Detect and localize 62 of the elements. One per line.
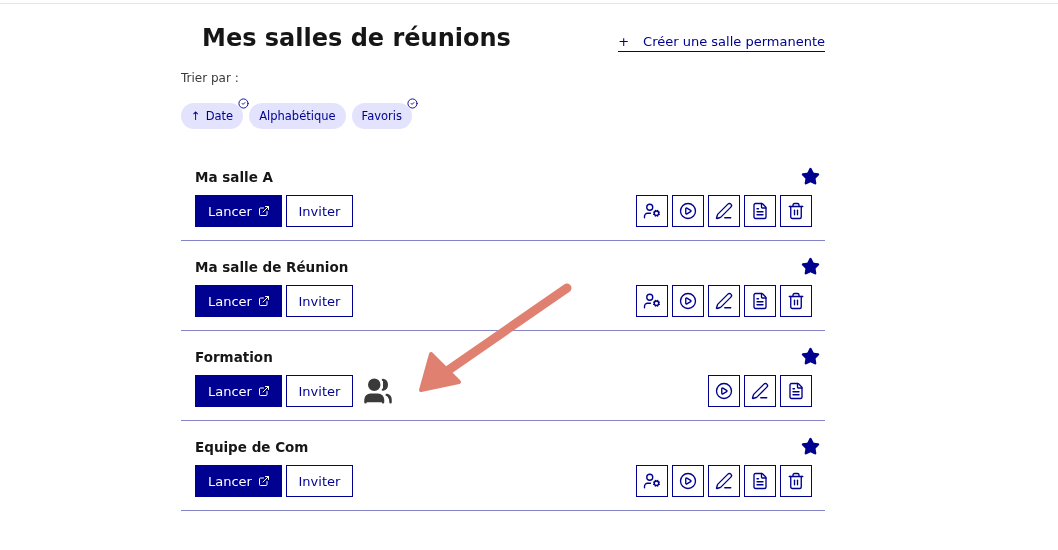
play-button[interactable]	[672, 465, 704, 497]
external-link-icon	[257, 205, 270, 217]
user-gear-icon	[643, 472, 661, 490]
launch-button[interactable]: Lancer	[195, 465, 282, 497]
play-button[interactable]	[672, 285, 704, 317]
create-room-link[interactable]: + Créer une salle permanente	[618, 34, 825, 52]
invite-button[interactable]: Inviter	[285, 465, 353, 497]
page-title: Mes salles de réunions	[202, 24, 511, 52]
user-gear-icon	[643, 292, 661, 310]
launch-button[interactable]: Lancer	[195, 285, 282, 317]
trash-icon	[787, 472, 805, 490]
play-icon	[679, 472, 697, 490]
invite-button[interactable]: Inviter	[285, 375, 353, 407]
pencil-button[interactable]	[708, 195, 740, 227]
room-name: Equipe de Com	[195, 438, 309, 455]
pencil-button[interactable]	[708, 285, 740, 317]
star-icon[interactable]	[801, 347, 820, 366]
invite-button[interactable]: Inviter	[285, 195, 353, 227]
external-link-icon	[257, 385, 270, 397]
trash-icon	[787, 292, 805, 310]
sort-label: Trier par :	[181, 71, 240, 85]
play-button[interactable]	[708, 375, 740, 407]
trash-button[interactable]	[780, 195, 812, 227]
play-icon	[679, 202, 697, 220]
star-icon[interactable]	[801, 437, 820, 456]
document-button[interactable]	[780, 375, 812, 407]
pencil-button[interactable]	[744, 375, 776, 407]
sort-chip[interactable]: ↑ Date	[181, 103, 244, 129]
launch-button[interactable]: Lancer	[195, 195, 282, 227]
room-name: Formation	[195, 348, 273, 365]
play-button[interactable]	[672, 195, 704, 227]
pencil-icon	[751, 382, 769, 400]
user-gear-button[interactable]	[636, 465, 668, 497]
trash-button[interactable]	[780, 465, 812, 497]
document-button[interactable]	[744, 195, 776, 227]
user-gear-icon	[643, 202, 661, 220]
pencil-icon	[715, 202, 733, 220]
pencil-icon	[715, 292, 733, 310]
star-icon[interactable]	[801, 257, 820, 276]
document-icon	[751, 472, 769, 490]
external-link-icon	[257, 475, 270, 487]
trash-icon	[787, 202, 805, 220]
launch-button[interactable]: Lancer	[195, 375, 282, 407]
document-button[interactable]	[744, 285, 776, 317]
sort-chip[interactable]: Alphabétique	[249, 103, 346, 129]
pencil-icon	[715, 472, 733, 490]
play-icon	[715, 382, 733, 400]
user-gear-button[interactable]	[636, 195, 668, 227]
user-gear-button[interactable]	[636, 285, 668, 317]
document-icon	[787, 382, 805, 400]
room-name: Ma salle A	[195, 168, 273, 185]
trash-button[interactable]	[780, 285, 812, 317]
play-icon	[679, 292, 697, 310]
document-button[interactable]	[744, 465, 776, 497]
star-icon[interactable]	[801, 167, 820, 186]
external-link-icon	[257, 295, 270, 307]
room-name: Ma salle de Réunion	[195, 258, 349, 275]
document-icon	[751, 202, 769, 220]
invite-button[interactable]: Inviter	[285, 285, 353, 317]
pencil-button[interactable]	[708, 465, 740, 497]
sort-chip[interactable]: Favoris	[351, 103, 412, 129]
document-icon	[751, 292, 769, 310]
